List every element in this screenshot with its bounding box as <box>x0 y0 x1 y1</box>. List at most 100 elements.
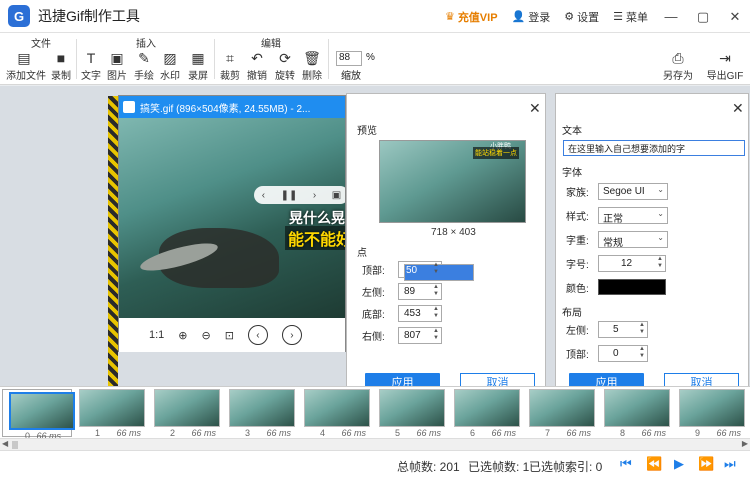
frame-thumbnail[interactable]: 9 66 ms <box>677 389 747 438</box>
first-frame-icon[interactable]: ⏮ <box>620 456 632 472</box>
frame-thumbnail[interactable]: 0 66 ms <box>2 389 75 441</box>
close-icon[interactable]: ✕ <box>529 100 541 117</box>
frame-thumbnail[interactable]: 7 66 ms <box>527 389 597 438</box>
layout-left-row: 左侧: 5 ▲ ▼ <box>566 321 648 338</box>
add-file-button[interactable]: ▤ 添加文件 <box>6 50 46 82</box>
right-spinner[interactable]: 807 ▲ ▼ <box>398 327 442 344</box>
next-image-button[interactable]: › <box>281 325 302 345</box>
play-icon[interactable]: ▶ <box>674 456 684 472</box>
total-frames: 总帧数: 201 <box>397 460 460 474</box>
frame-thumbnail[interactable]: 5 66 ms <box>377 389 447 438</box>
weight-label: 字重: <box>566 236 589 247</box>
save-as-button[interactable]: ⎙ 另存为 <box>662 50 694 82</box>
frame-index: 6 <box>470 428 476 438</box>
actual-size-button[interactable]: 1:1 <box>149 329 164 341</box>
layout-left-spinner[interactable]: 5 ▲ ▼ <box>598 321 648 338</box>
frame-thumbnail[interactable]: 4 66 ms <box>302 389 372 438</box>
prev-icon[interactable]: ‹ <box>262 190 265 201</box>
export-gif-button[interactable]: ⇥ 导出GIF <box>705 50 745 82</box>
maximize-button[interactable]: ▢ <box>694 9 712 25</box>
left-field: 左侧: 89 ▲ ▼ <box>362 283 442 300</box>
style-label: 样式: <box>566 212 589 223</box>
frame-thumbnail[interactable]: 2 66 ms <box>152 389 222 438</box>
layout-top-value: 0 <box>613 348 619 359</box>
bottom-spinner[interactable]: 453 ▲ ▼ <box>398 305 442 322</box>
zoom-in-icon[interactable]: ⊕ <box>178 329 187 342</box>
zoom-out-icon[interactable]: ⊖ <box>202 329 211 342</box>
timeline-scrollbar[interactable]: ◀ ▶ <box>0 438 750 450</box>
spinner-arrows-icon[interactable]: ▲ ▼ <box>433 306 439 320</box>
zoom-input[interactable]: 88 <box>336 51 362 66</box>
font-family-select[interactable]: Segoe UI ⌄ <box>598 183 668 200</box>
font-weight-select[interactable]: 常规 ⌄ <box>598 231 668 249</box>
settings-button[interactable]: ⚙ 设置 <box>564 9 599 25</box>
spinner-arrows-icon[interactable]: ▲ ▼ <box>433 262 439 276</box>
login-button[interactable]: 👤 登录 <box>512 9 551 25</box>
frame-image <box>79 389 145 427</box>
color-swatch[interactable] <box>598 279 666 295</box>
layout-top-spinner[interactable]: 0 ▲ ▼ <box>598 345 648 362</box>
close-window-button[interactable]: ✕ <box>726 9 744 25</box>
pause-icon[interactable]: ❚❚ <box>281 190 298 201</box>
toolbar: 文件 插入 编辑 ▤ 添加文件 ■ 录制 T 文字 ▣ 图片 ✎ 手绘 ▨ 水印 ▦ 录屏 ⌗… <box>0 33 750 85</box>
frame-image <box>379 389 445 427</box>
zoom-percent-sign: % <box>366 52 375 63</box>
vip-button[interactable]: ♛ 充值VIP <box>445 9 498 25</box>
minimize-button[interactable]: — <box>662 9 680 24</box>
crop-icon: ⌗ <box>226 50 234 66</box>
next-frame-icon[interactable]: ⏩ <box>698 456 714 472</box>
menu-button[interactable]: ☰ 菜单 <box>613 9 648 25</box>
field-label: 左侧: <box>362 288 385 299</box>
spinner-arrows-icon[interactable]: ▲ ▼ <box>433 284 439 298</box>
frame-thumbnail[interactable]: 8 66 ms <box>602 389 672 438</box>
spinner-arrows-icon[interactable]: ▲ ▼ <box>433 328 439 342</box>
frame-index: 7 <box>545 428 551 438</box>
save-icon[interactable]: ▣ <box>332 190 341 201</box>
spinner-arrows-icon[interactable]: ▲ ▼ <box>639 346 645 360</box>
crown-icon: ♛ <box>444 11 455 23</box>
text-input[interactable]: 在这里输入自己想要添加的字 <box>563 140 745 156</box>
viewer-title: 搞笑.gif (896×504像素, 24.55MB) - 2... <box>140 103 311 115</box>
preview-dimensions: 718 × 403 <box>431 227 476 238</box>
frame-thumbnail[interactable]: 1 66 ms <box>77 389 147 438</box>
scroll-left-icon[interactable]: ◀ <box>2 439 8 448</box>
preview-image: 小胖鸭 能站稳着一点 <box>379 140 526 223</box>
scrollbar-thumb[interactable] <box>12 441 18 449</box>
font-style-select[interactable]: 正常 ⌄ <box>598 207 668 225</box>
screen-record-button[interactable]: ▦ 录屏 <box>182 50 214 82</box>
left-spinner[interactable]: 89 ▲ ▼ <box>398 283 442 300</box>
frame-thumbnail[interactable]: 6 66 ms <box>452 389 522 438</box>
status-bar: 总帧数: 201 已选帧数: 1 已选帧索引: 0 ⏮ ⏪ ▶ ⏩ ⏭ <box>0 450 750 477</box>
frame-duration: 66 ms <box>266 428 291 438</box>
playback-mini-bar[interactable]: ‹ ❚❚ › ▣ <box>254 186 345 204</box>
close-icon[interactable]: ✕ <box>732 100 744 117</box>
frame-duration: 66 ms <box>341 428 366 438</box>
text-dialog: ✕ 文本 在这里输入自己想要添加的字 字体 家族: Segoe UI ⌄ 样式: … <box>555 93 749 401</box>
toolbar-divider <box>328 39 329 79</box>
rotate-icon: ⟳ <box>279 50 291 66</box>
previous-image-button[interactable]: ‹ <box>247 325 268 345</box>
last-frame-icon[interactable]: ⏭ <box>724 456 736 472</box>
top-spinner[interactable]: 50 ▲ ▼ <box>398 261 474 281</box>
scroll-right-icon[interactable]: ▶ <box>742 439 748 448</box>
spinner-arrows-icon[interactable]: ▲ ▼ <box>639 322 645 336</box>
next-icon[interactable]: › <box>313 190 316 201</box>
menu-label: 菜单 <box>626 11 648 24</box>
color-label: 颜色: <box>566 283 589 295</box>
delete-button[interactable]: 🗑 删除 <box>296 50 328 82</box>
spinner-value: 89 <box>404 286 416 297</box>
font-size-spinner[interactable]: 12 ▲ ▼ <box>598 255 666 272</box>
fit-icon[interactable]: ⊡ <box>225 329 234 342</box>
previous-frame-icon[interactable]: ⏪ <box>646 456 662 472</box>
record-button[interactable]: ■ 录制 <box>45 50 77 82</box>
right-field: 右侧: 807 ▲ ▼ <box>362 327 442 344</box>
gif-frame-image: ‹ ❚❚ › ▣ 晃什么晃 能不能好 <box>119 118 345 318</box>
film-icon: ▦ <box>191 50 205 66</box>
screen-record-label: 录屏 <box>188 71 208 82</box>
pen-icon: ✎ <box>138 50 150 66</box>
spinner-value: 453 <box>404 308 421 319</box>
spinner-arrows-icon[interactable]: ▲ ▼ <box>657 256 663 270</box>
preview-label: 预览 <box>357 126 377 137</box>
frame-thumbnail[interactable]: 3 66 ms <box>227 389 297 438</box>
text-icon: T <box>86 50 96 66</box>
